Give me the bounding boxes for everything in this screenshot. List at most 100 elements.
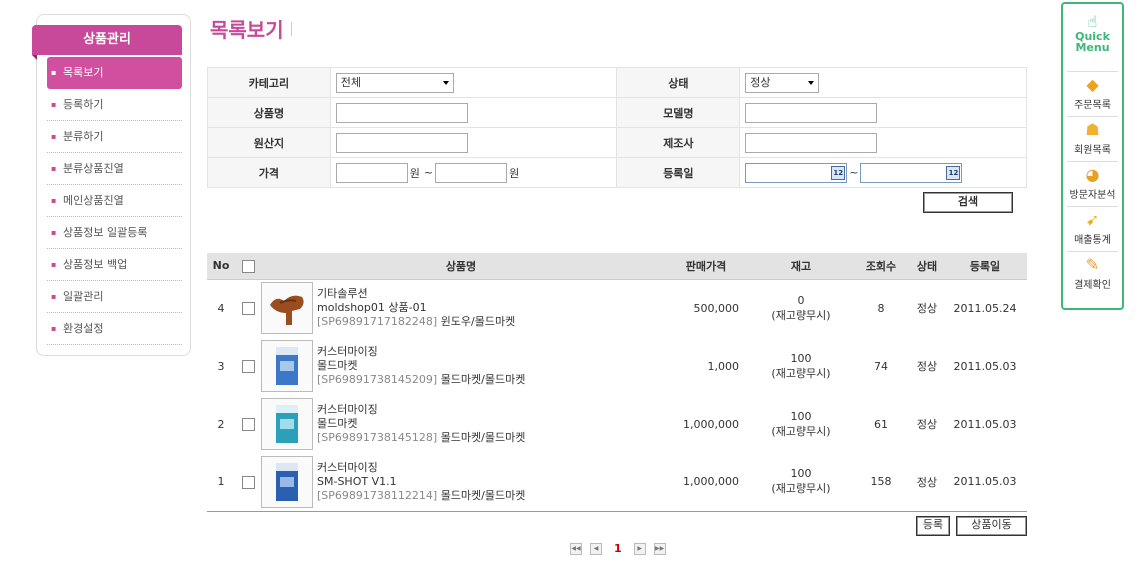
sidebar-item-list-view[interactable]: 목록보기 <box>47 57 182 89</box>
member-icon: ☗ <box>1085 120 1100 139</box>
category-select[interactable]: 전체 <box>335 72 454 93</box>
product-label[interactable]: 기타솔루션 <box>317 287 515 301</box>
product-code: [SP69891738112214] <box>317 488 438 502</box>
product-category: 윈도우/몰드마켓 <box>440 315 516 329</box>
maker-label: 제조사 <box>616 127 741 158</box>
reg-date-end-input[interactable]: 12 <box>860 162 963 183</box>
model-name-input[interactable] <box>745 102 878 123</box>
row-date: 2011.05.03 <box>943 453 1027 512</box>
origin-input[interactable] <box>335 132 468 153</box>
sidebar-item-bulk-manage[interactable]: 일괄관리 <box>47 281 182 313</box>
sidebar-title: 상품관리 <box>32 25 182 60</box>
sidebar-item-bulk-register[interactable]: 상품정보 일괄등록 <box>47 217 182 249</box>
prev-page-icon[interactable]: ◀ <box>590 542 602 555</box>
product-thumbnail[interactable] <box>261 398 313 450</box>
calendar-icon[interactable]: 12 <box>946 165 961 180</box>
product-title[interactable]: 몰드마켓 <box>317 417 525 431</box>
product-label[interactable]: 커스터마이징 <box>317 345 525 359</box>
row-status: 정상 <box>916 302 938 316</box>
quick-item-label: 주문목록 <box>1074 100 1111 111</box>
page-number[interactable]: 1 <box>614 542 622 555</box>
table-row: 3 커스터마이징 몰드마켓 [SP69891738145209] 몰드마켓/몰드마켓… <box>207 337 1027 395</box>
row-stock-note: (재고량무시) <box>771 308 831 322</box>
quick-menu: ☝ Quick Menu ◆ 주문목록 ☗ 회원목록 ◕ 방문자분석 ➹ 매출통… <box>1061 2 1124 310</box>
quick-item-payments[interactable]: ✎ 결제확인 <box>1067 252 1118 297</box>
product-thumbnail[interactable] <box>261 455 313 508</box>
product-thumbnail[interactable] <box>261 340 313 392</box>
category-label: 카테고리 <box>207 67 331 98</box>
row-checkbox[interactable] <box>241 302 255 315</box>
row-status: 정상 <box>916 418 938 431</box>
register-button[interactable]: 등록 <box>916 516 950 536</box>
sales-icon: ➹ <box>1085 210 1100 229</box>
product-thumbnail[interactable] <box>261 282 313 335</box>
sidebar-menu: 목록보기 등록하기 분류하기 분류상품진열 메인상품진열 상품정보 일괄등록 상… <box>47 57 182 345</box>
row-checkbox[interactable] <box>241 359 255 373</box>
product-code: [SP69891717182248] <box>317 315 438 329</box>
row-no: 4 <box>217 301 225 315</box>
row-date: 2011.05.03 <box>953 417 1017 431</box>
row-stock: 100 <box>790 351 812 365</box>
sidebar-item-register[interactable]: 등록하기 <box>47 89 182 121</box>
maker-input[interactable] <box>745 132 878 153</box>
chevron-down-icon <box>442 80 449 85</box>
status-label: 상태 <box>616 67 741 98</box>
product-label[interactable]: 커스터마이징 <box>317 461 525 475</box>
row-status: 정상 <box>916 360 938 373</box>
sidebar-item-main-display[interactable]: 메인상품진열 <box>47 185 182 217</box>
row-no: 1 <box>207 453 235 512</box>
row-views: 61 <box>874 417 888 431</box>
row-status: 정상 <box>911 453 943 512</box>
pagination: ◀◀ ◀ 1 ▶ ▶▶ <box>566 542 670 555</box>
row-views: 74 <box>874 359 888 373</box>
product-category: 몰드마켓/몰드마켓 <box>440 373 526 386</box>
range-separator: ~ <box>423 166 434 179</box>
row-views: 8 <box>877 301 885 315</box>
reg-date-start-input[interactable]: 12 <box>745 162 848 183</box>
quick-item-visitors[interactable]: ◕ 방문자분석 <box>1067 162 1118 207</box>
sidebar-item-settings[interactable]: 환경설정 <box>47 313 182 345</box>
quick-item-orders[interactable]: ◆ 주문목록 <box>1067 72 1118 117</box>
first-page-icon[interactable]: ◀◀ <box>570 542 582 555</box>
sidebar-item-backup[interactable]: 상품정보 백업 <box>47 249 182 281</box>
row-no: 3 <box>217 359 225 373</box>
price-label: 가격 <box>207 157 331 188</box>
row-stock: 0 <box>797 293 805 307</box>
row-stock-note: (재고량무시) <box>771 366 831 380</box>
price-max-input[interactable] <box>435 162 508 183</box>
sidebar-item-classify[interactable]: 분류하기 <box>47 121 182 153</box>
row-views: 158 <box>851 453 911 512</box>
row-price: 500,000 <box>693 301 740 315</box>
move-product-button[interactable]: 상품이동 <box>956 516 1027 536</box>
price-min-input[interactable] <box>335 162 408 183</box>
table-row: 4 기타솔루션 moldshop01 상품-01 [SP69891717182248… <box>207 279 1027 337</box>
quick-item-sales[interactable]: ➹ 매출통계 <box>1067 207 1118 252</box>
product-title[interactable]: 몰드마켓 <box>317 359 525 373</box>
col-status: 상태 <box>911 253 943 280</box>
row-checkbox[interactable] <box>241 475 255 489</box>
product-name-input[interactable] <box>335 102 468 123</box>
status-select[interactable]: 정상 <box>745 72 820 93</box>
next-page-icon[interactable]: ▶ <box>633 542 646 555</box>
sidebar-item-category-display[interactable]: 분류상품진열 <box>47 153 182 185</box>
product-title[interactable]: moldshop01 상품-01 <box>317 301 515 315</box>
col-stock: 재고 <box>751 253 851 280</box>
origin-label: 원산지 <box>207 127 331 158</box>
product-label[interactable]: 커스터마이징 <box>317 403 525 417</box>
range-separator: ~ <box>849 166 859 179</box>
product-title[interactable]: SM-SHOT V1.1 <box>317 475 525 489</box>
quick-item-members[interactable]: ☗ 회원목록 <box>1067 117 1118 162</box>
select-all-checkbox[interactable] <box>241 259 255 273</box>
quick-item-label: 회원목록 <box>1074 145 1111 156</box>
quick-item-label: 결제확인 <box>1074 280 1111 291</box>
last-page-icon[interactable]: ▶▶ <box>653 542 666 555</box>
search-button[interactable]: 검색 <box>923 192 1013 213</box>
page-title: 목록보기 <box>210 18 284 42</box>
row-checkbox[interactable] <box>241 417 255 431</box>
quick-menu-header: ☝ Quick Menu <box>1067 4 1118 72</box>
chevron-down-icon <box>808 80 815 85</box>
col-price: 판매가격 <box>661 253 751 280</box>
visitor-icon: ◕ <box>1085 165 1100 184</box>
search-form: 카테고리 전체 상태 정상 상품명 모델명 원산지 제조사 가격 원 ~ 원 등록일… <box>207 67 1027 188</box>
calendar-icon[interactable]: 12 <box>831 165 846 180</box>
